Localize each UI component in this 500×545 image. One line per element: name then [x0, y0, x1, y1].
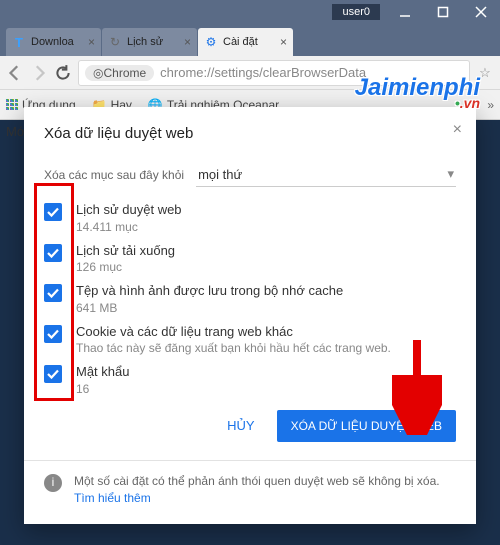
tab-label: Cài đặt: [223, 36, 276, 48]
modal-overlay: Xóa dữ liệu duyệt web × Xóa các mục sau …: [0, 105, 500, 545]
history-icon: ↻: [108, 35, 122, 49]
footer-note: Một số cài đặt có thể phản ánh thói quen…: [74, 473, 456, 508]
back-button[interactable]: [6, 64, 24, 82]
info-icon: i: [44, 474, 62, 492]
option-title: Cookie và các dữ liệu trang web khác: [76, 323, 391, 341]
forward-button[interactable]: [30, 64, 48, 82]
dialog-title: Xóa dữ liệu duyệt web: [44, 125, 456, 142]
toolbar: ◎ Chrome chrome://settings/clearBrowserD…: [0, 56, 500, 90]
gear-icon: ⚙: [204, 35, 218, 49]
option-browsing-history[interactable]: Lịch sử duyệt web 14.411 mục: [44, 201, 456, 234]
window-title-bar: user0: [0, 0, 500, 24]
option-sub: 16: [76, 382, 129, 396]
option-title: Lịch sử duyệt web: [76, 201, 182, 219]
window-close-button[interactable]: [462, 0, 500, 24]
learn-more-link[interactable]: Tìm hiểu thêm: [74, 491, 151, 505]
reload-button[interactable]: [54, 64, 72, 82]
option-sub: Thao tác này sẽ đăng xuất bạn khỏi hầu h…: [76, 341, 391, 355]
favicon-t-icon: T: [12, 35, 26, 49]
checkbox-checked-icon[interactable]: [44, 244, 62, 262]
option-cached-files[interactable]: Tệp và hình ảnh được lưu trong bộ nhớ ca…: [44, 282, 456, 315]
tab-strip: T Downloa × ↻ Lịch sử × ⚙ Cài đặt ×: [0, 24, 500, 56]
timeframe-value: mọi thứ: [198, 167, 242, 182]
option-sub: 126 mục: [76, 260, 175, 274]
tab-downloads[interactable]: T Downloa ×: [6, 28, 101, 56]
dialog-close-button[interactable]: ×: [453, 121, 462, 139]
checkbox-checked-icon[interactable]: [44, 325, 62, 343]
clear-browsing-data-dialog: Xóa dữ liệu duyệt web × Xóa các mục sau …: [24, 107, 476, 524]
close-tab-icon[interactable]: ×: [88, 35, 95, 49]
tab-label: Lịch sử: [127, 36, 180, 48]
options-list: Lịch sử duyệt web 14.411 mục Lịch sử tải…: [44, 201, 456, 396]
url-text: chrome://settings/clearBrowserData: [160, 65, 366, 80]
option-sub: 14.411 mục: [76, 220, 182, 234]
option-title: Mật khẩu: [76, 363, 129, 381]
maximize-button[interactable]: [424, 0, 462, 24]
checkbox-checked-icon[interactable]: [44, 365, 62, 383]
tab-history[interactable]: ↻ Lịch sử ×: [102, 28, 197, 56]
option-passwords[interactable]: Mật khẩu 16: [44, 363, 456, 396]
chevron-down-icon: ▾: [447, 166, 454, 182]
cancel-button[interactable]: HỦY: [217, 410, 264, 441]
user-chip[interactable]: user0: [332, 4, 380, 20]
dialog-subheading: Xóa các mục sau đây khỏi: [44, 168, 184, 182]
tab-label: Downloa: [31, 36, 84, 48]
option-title: Lịch sử tải xuống: [76, 242, 175, 260]
option-cookies[interactable]: Cookie và các dữ liệu trang web khác Tha…: [44, 323, 456, 356]
minimize-button[interactable]: [386, 0, 424, 24]
timeframe-select[interactable]: mọi thứ ▾: [196, 162, 456, 187]
option-title: Tệp và hình ảnh được lưu trong bộ nhớ ca…: [76, 282, 343, 300]
option-sub: 641 MB: [76, 301, 343, 315]
checkbox-checked-icon[interactable]: [44, 203, 62, 221]
omnibox[interactable]: ◎ Chrome chrome://settings/clearBrowserD…: [78, 60, 470, 86]
origin-chip: ◎ Chrome: [85, 65, 154, 81]
close-tab-icon[interactable]: ×: [280, 35, 287, 49]
close-tab-icon[interactable]: ×: [184, 35, 191, 49]
clear-data-button[interactable]: XÓA DỮ LIỆU DUYỆT WEB: [277, 410, 456, 442]
tab-settings[interactable]: ⚙ Cài đặt ×: [198, 28, 293, 56]
divider: [24, 460, 476, 461]
checkbox-checked-icon[interactable]: [44, 284, 62, 302]
bookmark-star-icon[interactable]: ☆: [476, 64, 494, 82]
option-download-history[interactable]: Lịch sử tải xuống 126 mục: [44, 242, 456, 275]
